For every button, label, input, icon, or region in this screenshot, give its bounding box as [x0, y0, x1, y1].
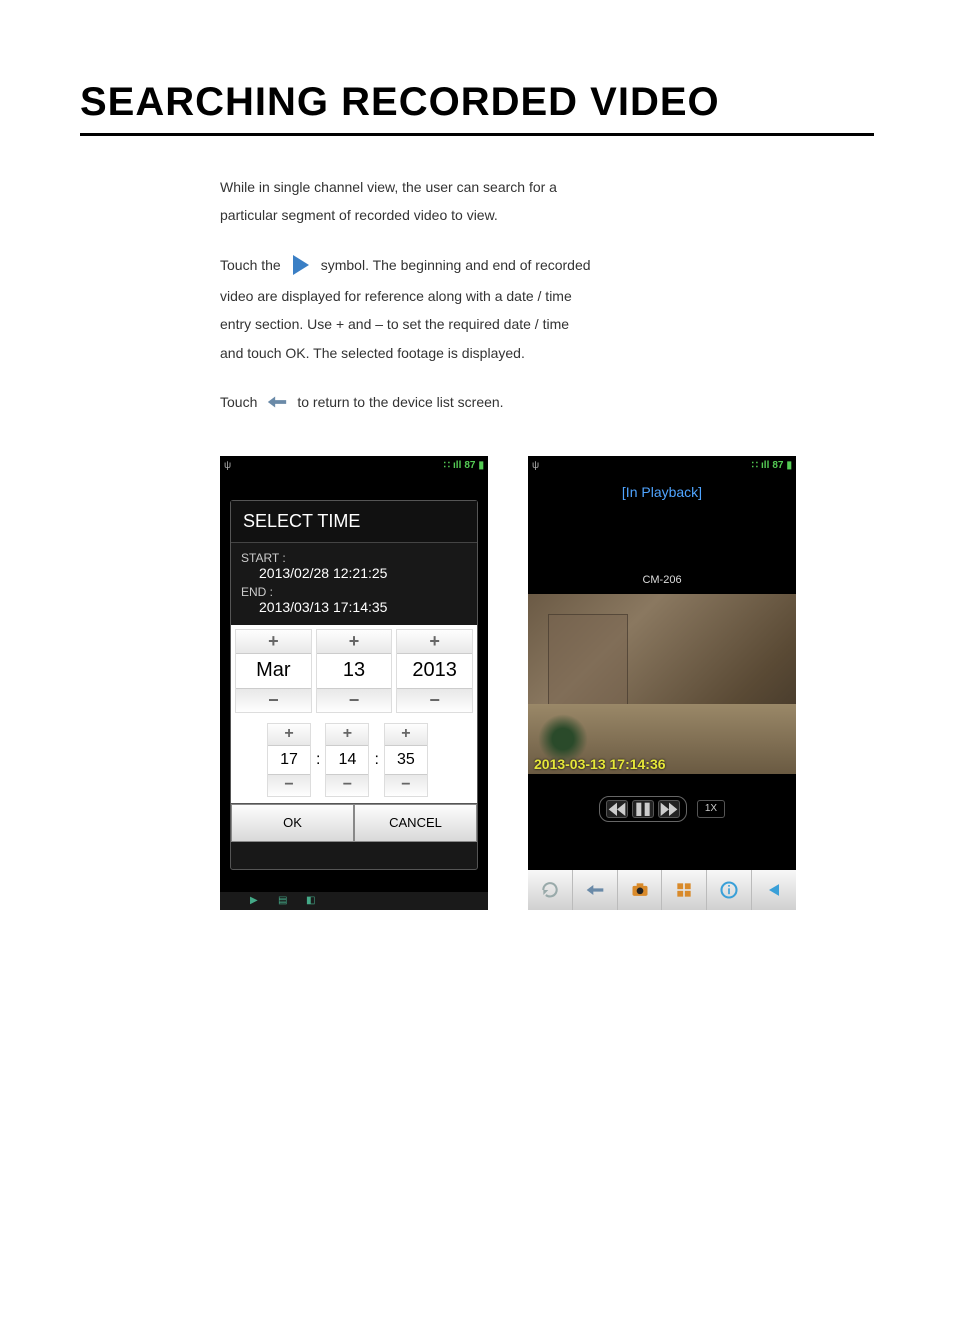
back-arrow-icon	[263, 388, 291, 416]
minute-spinner[interactable]: + 14 −	[325, 723, 369, 797]
fast-forward-button[interactable]	[658, 800, 680, 818]
status-bar: ψ ∷ ıll 87 ▮	[220, 456, 488, 476]
battery-level: 87	[464, 460, 475, 471]
minus-icon[interactable]: −	[397, 688, 472, 712]
instructions-block: While in single channel view, the user c…	[220, 176, 874, 416]
minus-icon[interactable]: −	[268, 774, 310, 796]
time-colon: :	[314, 751, 322, 769]
instr-line-7-pre: Touch	[220, 391, 257, 413]
background-toolbar: ▶ ▤ ◧	[220, 892, 488, 910]
hour-spinner[interactable]: + 17 −	[267, 723, 311, 797]
second-value: 35	[385, 746, 427, 774]
page-title: SEARCHING RECORDED VIDEO	[80, 80, 874, 136]
playback-speed[interactable]: 1X	[697, 800, 725, 818]
minute-value: 14	[326, 746, 368, 774]
battery-icon: ▮	[786, 460, 792, 471]
dialog-title: SELECT TIME	[231, 501, 477, 543]
video-frame[interactable]	[528, 594, 796, 774]
usb-icon: ψ	[532, 460, 539, 471]
plus-icon[interactable]: +	[317, 630, 392, 654]
battery-icon: ▮	[478, 460, 484, 471]
instr-line-7-post: to return to the device list screen.	[297, 391, 503, 413]
end-value: 2013/03/13 17:14:35	[259, 599, 467, 615]
instr-line-6: and touch OK. The selected footage is di…	[220, 342, 874, 364]
camera-button[interactable]	[618, 870, 663, 910]
back-button[interactable]	[573, 870, 618, 910]
screenshots-row: ψ ∷ ıll 87 ▮ SELECT TIME START : 2013/02…	[220, 456, 874, 910]
bottom-toolbar	[528, 870, 796, 910]
toolbar-icon: ▤	[278, 895, 296, 907]
instr-line-1: While in single channel view, the user c…	[220, 176, 874, 198]
phone-screenshot-select-time: ψ ∷ ıll 87 ▮ SELECT TIME START : 2013/02…	[220, 456, 488, 910]
signal-icon: ıll	[453, 460, 461, 471]
cancel-button[interactable]: CANCEL	[354, 804, 477, 842]
playback-timestamp: 2013-03-13 17:14:36	[534, 756, 666, 772]
end-label: END :	[241, 585, 467, 599]
month-value: Mar	[236, 654, 311, 688]
info-button[interactable]	[707, 870, 752, 910]
plus-icon[interactable]: +	[268, 724, 310, 746]
battery-level: 87	[772, 460, 783, 471]
dialog-body: START : 2013/02/28 12:21:25 END : 2013/0…	[231, 543, 477, 625]
start-label: START :	[241, 551, 467, 565]
grid-button[interactable]	[662, 870, 707, 910]
camera-label: CM-206	[528, 574, 796, 586]
year-spinner[interactable]: + 2013 −	[396, 629, 473, 713]
instr-line-4: video are displayed for reference along …	[220, 285, 874, 307]
day-value: 13	[317, 654, 392, 688]
pause-button[interactable]	[632, 800, 654, 818]
start-value: 2013/02/28 12:21:25	[259, 565, 467, 581]
toolbar-icon: ◧	[306, 895, 324, 907]
time-colon: :	[372, 751, 380, 769]
date-spinner-row: + Mar − + 13 − + 2013 −	[231, 625, 477, 717]
plus-icon[interactable]: +	[236, 630, 311, 654]
rewind-button[interactable]	[606, 800, 628, 818]
year-value: 2013	[397, 654, 472, 688]
toolbar-play-icon: ▶	[250, 895, 268, 907]
dialog-button-row: OK CANCEL	[231, 803, 477, 842]
plus-icon[interactable]: +	[397, 630, 472, 654]
minus-icon[interactable]: −	[385, 774, 427, 796]
minus-icon[interactable]: −	[317, 688, 392, 712]
plus-icon[interactable]: +	[326, 724, 368, 746]
usb-icon: ψ	[224, 460, 231, 471]
minus-icon[interactable]: −	[236, 688, 311, 712]
play-icon	[287, 251, 315, 279]
transport-group	[599, 796, 687, 822]
reverse-play-button[interactable]	[752, 870, 796, 910]
transport-controls: 1X	[528, 796, 796, 822]
second-spinner[interactable]: + 35 −	[384, 723, 428, 797]
instr-line-3-post: symbol. The beginning and end of recorde…	[321, 254, 591, 276]
month-spinner[interactable]: + Mar −	[235, 629, 312, 713]
select-time-dialog: SELECT TIME START : 2013/02/28 12:21:25 …	[230, 500, 478, 870]
network-icon: ∷	[752, 460, 758, 471]
playback-header: [In Playback]	[528, 476, 796, 508]
instr-line-2: particular segment of recorded video to …	[220, 204, 874, 226]
refresh-button[interactable]	[528, 870, 573, 910]
instr-line-5: entry section. Use + and – to set the re…	[220, 313, 874, 335]
status-bar: ψ ∷ ıll 87 ▮	[528, 456, 796, 476]
plus-icon[interactable]: +	[385, 724, 427, 746]
hour-value: 17	[268, 746, 310, 774]
time-spinner-row: + 17 − : + 14 − : + 35 −	[231, 717, 477, 803]
minus-icon[interactable]: −	[326, 774, 368, 796]
day-spinner[interactable]: + 13 −	[316, 629, 393, 713]
instr-line-3-pre: Touch the	[220, 254, 281, 276]
phone-screenshot-playback: ψ ∷ ıll 87 ▮ [In Playback] CM-206 2013-0…	[528, 456, 796, 910]
ok-button[interactable]: OK	[231, 804, 354, 842]
network-icon: ∷	[444, 460, 450, 471]
signal-icon: ıll	[761, 460, 769, 471]
